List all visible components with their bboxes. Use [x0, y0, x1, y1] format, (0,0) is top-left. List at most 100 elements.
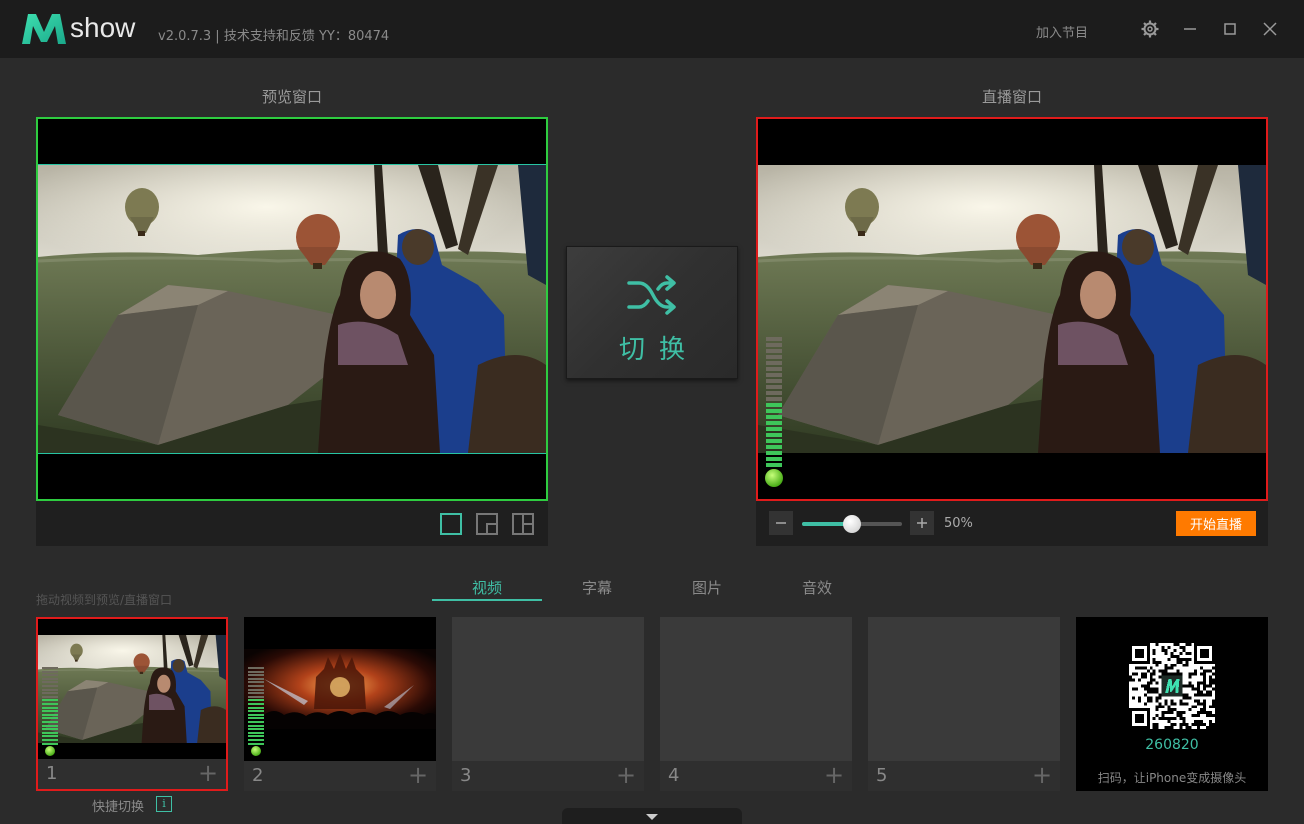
meter-segment [766, 445, 782, 449]
qr-module [1131, 687, 1135, 691]
meter-segment [766, 343, 782, 347]
add-program-button[interactable]: 加入节目 [1036, 22, 1088, 41]
qr-module [1209, 714, 1213, 718]
volume-up-button[interactable] [910, 511, 934, 535]
qr-module [1194, 714, 1198, 718]
live-audio-meter [764, 337, 784, 493]
maximize-button[interactable] [1217, 16, 1243, 42]
maximize-icon [1224, 23, 1236, 35]
minimize-button[interactable] [1177, 16, 1203, 42]
qr-module [1209, 726, 1213, 729]
qr-module [1173, 717, 1177, 721]
qr-module [1212, 702, 1215, 706]
video-slot-4[interactable]: 4 + [660, 617, 852, 791]
qr-module [1191, 684, 1195, 688]
qr-module [1170, 666, 1174, 670]
qr-module [1194, 705, 1198, 709]
qr-module [1182, 693, 1186, 697]
video-slot-2[interactable]: 2 + [244, 617, 436, 791]
meter-segment [42, 710, 58, 713]
add-video-button[interactable]: + [408, 763, 428, 787]
add-video-button[interactable]: + [1032, 763, 1052, 787]
qr-module [1167, 645, 1171, 649]
add-video-button[interactable]: + [616, 763, 636, 787]
live-window[interactable] [756, 117, 1268, 501]
qr-module [1167, 726, 1171, 729]
qr-module [1194, 669, 1198, 673]
qr-module [1155, 687, 1159, 691]
qr-module [1212, 672, 1215, 676]
qr-module [1167, 657, 1171, 661]
layout-pip-icon[interactable] [476, 513, 498, 535]
title-bar: show v2.0.7.3 | 技术支持和反馈 YY：80474 加入节目 [0, 0, 1304, 58]
tab-subtitle[interactable]: 字幕 [542, 577, 652, 598]
qr-module [1170, 654, 1174, 658]
qr-module [1203, 702, 1207, 706]
qr-module [1182, 723, 1186, 727]
qr-module [1197, 681, 1201, 685]
qr-module [1161, 645, 1165, 649]
qr-module [1170, 711, 1174, 715]
video-slot-3[interactable]: 3 + [452, 617, 644, 791]
meter-segment [248, 685, 264, 687]
qr-module [1134, 666, 1138, 670]
qr-module [1200, 666, 1204, 670]
qr-module [1161, 672, 1165, 676]
meter-segment [42, 739, 58, 741]
qr-module [1209, 693, 1213, 697]
qr-module [1188, 651, 1192, 655]
video-slot-5[interactable]: 5 + [868, 617, 1060, 791]
meter-segment [42, 670, 58, 673]
qr-module [1206, 726, 1210, 729]
qr-module [1182, 702, 1186, 706]
video-slot-1[interactable]: 1 + [36, 617, 228, 791]
qr-module [1140, 684, 1144, 688]
meter-segment [766, 409, 782, 413]
meter-segment [42, 685, 58, 687]
switch-button[interactable]: 切换 [566, 246, 738, 379]
qr-module [1176, 654, 1180, 658]
qr-module [1197, 684, 1201, 688]
qr-module [1158, 660, 1162, 664]
add-video-button[interactable]: + [824, 763, 844, 787]
qr-module [1164, 651, 1168, 655]
qr-module [1155, 726, 1159, 729]
start-live-button[interactable]: 开始直播 [1176, 511, 1256, 536]
slot-audio-meter [40, 667, 60, 757]
tab-sound-effect[interactable]: 音效 [762, 577, 872, 598]
add-video-button[interactable]: + [198, 761, 218, 785]
qr-module [1209, 705, 1213, 709]
qr-module [1179, 717, 1183, 721]
qr-module [1200, 708, 1204, 712]
minus-icon [776, 522, 786, 524]
qr-module [1161, 648, 1165, 652]
settings-button[interactable] [1137, 16, 1163, 42]
slot-number: 4 [668, 765, 680, 786]
qr-module [1143, 672, 1147, 676]
qr-module [1146, 687, 1150, 691]
qr-module [1173, 723, 1177, 727]
meter-segment [248, 674, 264, 677]
volume-slider-handle[interactable] [843, 515, 861, 533]
qr-module [1179, 726, 1183, 729]
meter-segment [248, 677, 264, 680]
close-button[interactable] [1257, 16, 1283, 42]
volume-slider[interactable] [802, 515, 902, 533]
meter-segment [766, 361, 782, 365]
info-icon[interactable]: i [156, 796, 172, 812]
volume-down-button[interactable] [769, 511, 793, 535]
qr-module [1170, 726, 1174, 729]
layout-split-icon[interactable] [512, 513, 534, 535]
preview-window[interactable] [36, 117, 548, 501]
collapse-drawer-button[interactable] [562, 808, 742, 824]
tab-video[interactable]: 视频 [432, 577, 542, 598]
tab-image[interactable]: 图片 [652, 577, 762, 598]
layout-single-icon[interactable] [440, 513, 462, 535]
meter-segment [42, 742, 58, 745]
meter-segment [248, 731, 264, 734]
qr-module [1179, 714, 1183, 718]
qr-module [1167, 672, 1171, 676]
qr-module [1134, 672, 1138, 676]
qr-module [1185, 702, 1189, 706]
qr-module [1149, 675, 1153, 679]
